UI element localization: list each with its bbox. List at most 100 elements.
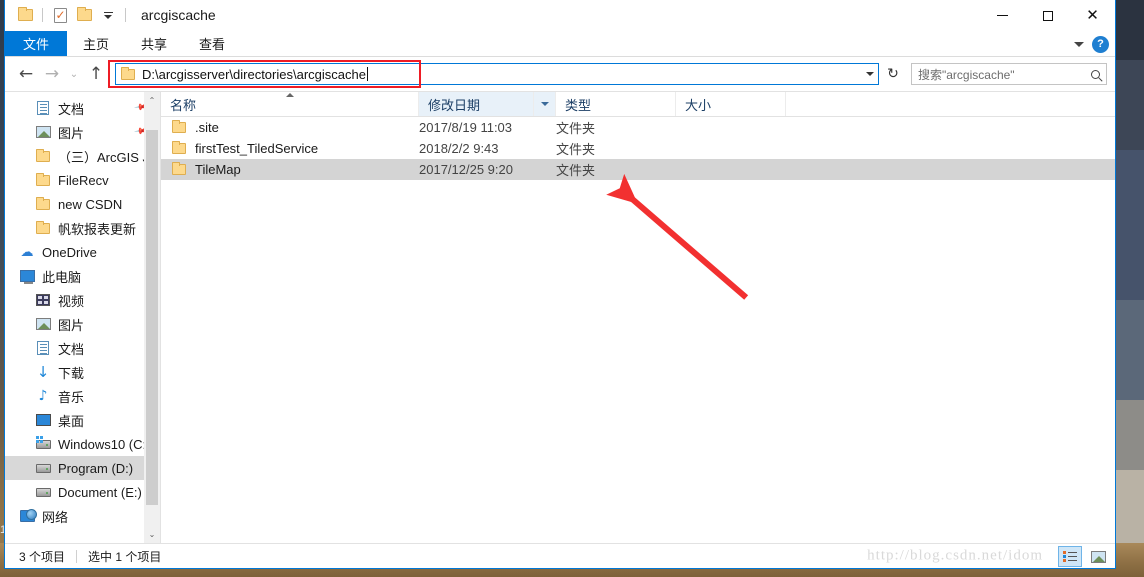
file-name-text: .site [195,120,219,135]
close-button[interactable]: ✕ [1070,0,1115,31]
sidebar-item-14[interactable]: Windows10 (C: [5,432,160,456]
search-input[interactable]: 搜索"arcgiscache" [911,63,1107,85]
file-name-cell: .site [161,120,419,136]
tab-file[interactable]: 文件 [5,31,68,56]
sidebar-item-label: Windows10 (C: [58,436,147,452]
sidebar-item-label: 文档 [58,101,85,117]
table-row[interactable]: firstTest_TiledService 2018/2/2 9:43 文件夹 [161,138,1115,159]
onedrive-icon: ☁ [20,244,34,260]
sidebar-item-7[interactable]: 此电脑 [5,264,160,288]
sidebar-item-label: 音乐 [58,389,85,405]
folder-icon [35,220,51,236]
music-icon: ♪ [38,388,48,404]
details-view-button[interactable] [1058,546,1082,567]
divider [125,8,126,22]
column-label: 类型 [565,97,592,113]
sidebar-item-9[interactable]: 图片 [5,312,160,336]
sidebar-item-label: Program (D:) [58,460,134,476]
sidebar-item-15[interactable]: Program (D:) [5,456,160,480]
recent-locations-button[interactable]: ⌄ [65,61,83,87]
sidebar-item-4[interactable]: new CSDN [5,192,160,216]
pictures-icon [35,124,51,140]
sidebar-item-17[interactable]: 网络 [5,504,160,528]
sidebar-item-11[interactable]: ↓ 下载 [5,360,160,384]
selection-count-label: 选中 1 个项目 [88,549,162,564]
folder-icon[interactable] [13,3,37,27]
scrollbar-thumb[interactable] [146,130,158,505]
column-date-dropdown-icon[interactable] [534,92,556,116]
column-header-size[interactable]: 大小 [676,92,786,116]
text-caret [366,67,368,81]
large-icons-view-button[interactable] [1086,546,1110,567]
file-date-cell: 2017/8/19 11:03 [419,120,513,135]
sidebar-item-label: （三）ArcGIS J [58,149,150,165]
file-date-cell: 2017/12/25 9:20 [419,162,513,177]
sidebar-item-5[interactable]: 帆软报表更新 [5,216,160,240]
up-button[interactable]: ↑ [83,61,109,87]
customize-dropdown-icon[interactable] [96,3,120,27]
help-icon[interactable]: ? [1092,35,1109,53]
column-header-name[interactable]: 名称 [161,92,419,116]
table-row[interactable]: TileMap 2017/12/25 9:20 文件夹 [161,159,1115,180]
network-icon [19,508,37,524]
sidebar-item-6[interactable]: ☁ OneDrive [5,240,160,264]
divider [76,549,78,563]
folder-icon [121,66,135,80]
scroll-down-icon[interactable]: ⌄ [144,526,160,543]
forward-button[interactable]: → [39,61,65,87]
tab-share[interactable]: 共享 [125,31,183,56]
document-icon [35,340,51,356]
sidebar-item-3[interactable]: FileRecv [5,168,160,192]
file-type-cell: 文件夹 [556,163,596,178]
folder-icon [171,162,187,178]
navigation-scrollbar[interactable]: ⌃ ⌄ [144,92,160,543]
view-mode-buttons [1058,544,1110,569]
file-type-cell: 文件夹 [556,121,596,136]
minimize-button[interactable] [980,0,1025,31]
sidebar-item-10[interactable]: 文档 [5,336,160,360]
address-input[interactable]: D:\arcgisserver\directories\arcgiscache [115,63,879,85]
column-header-type[interactable]: 类型 [556,92,676,116]
file-list-pane: 名称 修改日期 类型 大小 .site 2017/8/19 11:03 文件夹 fir… [161,92,1115,543]
sidebar-item-label: FileRecv [58,172,109,188]
column-label: 大小 [685,97,712,113]
sidebar-item-0[interactable]: 文档 📌 [5,96,160,120]
sidebar-item-label: new CSDN [58,196,123,212]
properties-icon[interactable] [48,3,72,27]
expand-ribbon-icon[interactable] [1074,41,1084,47]
watermark-text: http://blog.csdn.net/idom [867,547,1043,564]
sidebar-item-2[interactable]: （三）ArcGIS J [5,144,160,168]
folder-icon [35,196,51,212]
drive-icon [35,460,51,476]
scroll-up-icon[interactable]: ⌃ [144,92,160,109]
back-button[interactable]: ← [13,61,39,87]
sidebar-item-12[interactable]: ♪ 音乐 [5,384,160,408]
sidebar-item-1[interactable]: 图片 📌 [5,120,160,144]
navigation-pane: 文档 📌 图片 📌 （三）ArcGIS J FileRecv new CSDN 帆软报表更新 ☁… [5,92,160,543]
maximize-button[interactable] [1025,0,1070,31]
pictures-icon [35,316,51,332]
sidebar-item-label: 下载 [58,365,85,381]
quick-access-toolbar [5,3,131,27]
tab-view[interactable]: 查看 [183,31,241,56]
file-date-cell: 2018/2/2 9:43 [419,141,499,156]
tab-home[interactable]: 主页 [67,31,125,56]
folder-icon [35,172,51,188]
table-row[interactable]: .site 2017/8/19 11:03 文件夹 [161,117,1115,138]
address-dropdown-icon[interactable] [866,72,874,76]
refresh-button[interactable]: ↻ [881,61,905,87]
status-bar: 3 个项目 选中 1 个项目 http://blog.csdn.net/idom [5,543,1115,568]
title-bar: arcgiscache ✕ [5,0,1115,31]
sidebar-item-16[interactable]: Document (E:) [5,480,160,504]
sidebar-item-8[interactable]: 视频 [5,288,160,312]
column-header-date[interactable]: 修改日期 [419,92,534,116]
sort-indicator-icon [285,93,294,97]
folder-icon [171,120,187,136]
windows-drive-icon [35,435,51,452]
column-label: 修改日期 [428,97,481,113]
sidebar-item-label: Document (E:) [58,484,142,500]
sidebar-item-13[interactable]: 桌面 [5,408,160,432]
folder-icon [35,148,51,164]
new-folder-icon[interactable] [72,3,96,27]
divider [42,8,43,22]
